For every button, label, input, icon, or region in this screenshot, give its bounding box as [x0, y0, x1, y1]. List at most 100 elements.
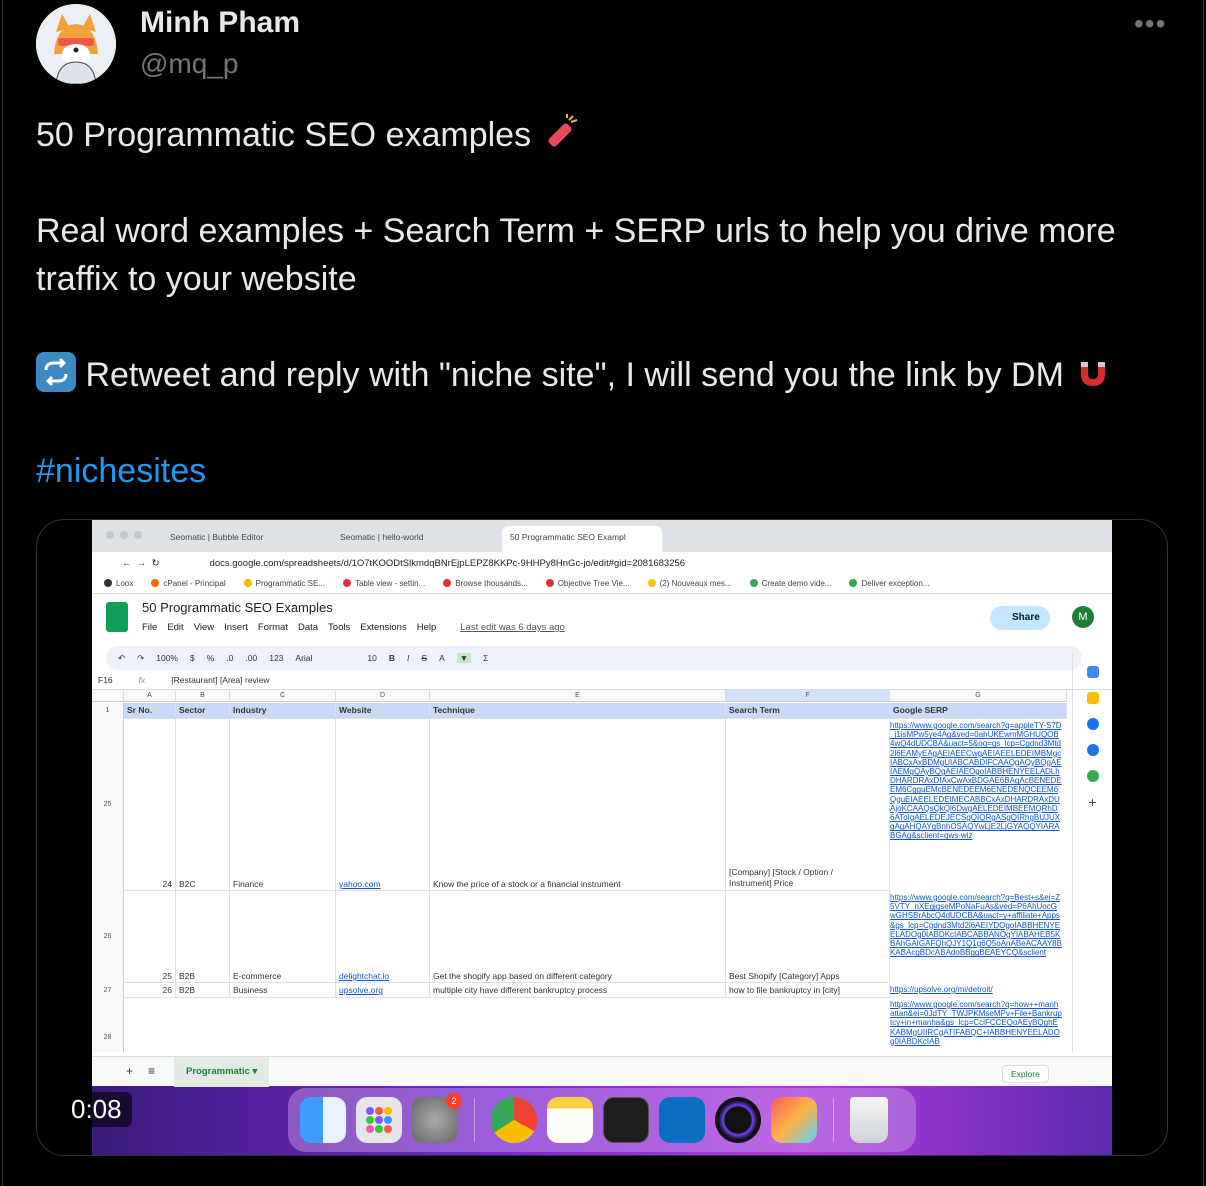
reload-icon[interactable]: ↻: [152, 558, 160, 569]
menu-tools[interactable]: Tools: [328, 622, 350, 633]
window-controls[interactable]: [106, 531, 148, 541]
cell-search-term[interactable]: Best Shopify [Category] Apps: [726, 891, 890, 983]
author-handle[interactable]: @mq_p: [140, 48, 238, 80]
col-header-b[interactable]: B: [176, 690, 230, 702]
vscode-icon[interactable]: [659, 1097, 705, 1143]
sheet-tab-programmatic[interactable]: Programmatic ▾: [174, 1057, 270, 1087]
cell-serp-link[interactable]: https://www.google.com/search?q=Best+s&e…: [890, 893, 1062, 981]
maps-icon[interactable]: [1086, 770, 1099, 782]
undo-icon[interactable]: ↶: [118, 653, 125, 664]
tab-sheet[interactable]: 50 Programmatic SEO Exampl: [502, 526, 662, 552]
header-technique[interactable]: Technique: [430, 703, 726, 719]
col-header-c[interactable]: C: [230, 690, 336, 702]
cell-sr-no[interactable]: 26: [124, 983, 176, 998]
col-header-a[interactable]: A: [124, 690, 176, 702]
cell-serp-link[interactable]: https://www.google.com/search?q=appleTY-…: [890, 721, 1062, 889]
cell-industry[interactable]: Finance: [230, 719, 336, 891]
explore-button[interactable]: Explore: [1002, 1065, 1049, 1083]
obs-icon[interactable]: [715, 1097, 761, 1143]
italic-icon[interactable]: I: [407, 653, 409, 663]
bookmark-item[interactable]: Browse thousands...: [443, 579, 528, 588]
trash-icon[interactable]: [850, 1097, 888, 1143]
bookmark-item[interactable]: Loox: [104, 579, 133, 588]
tab-hello-world[interactable]: Seomatic | hello-world: [332, 526, 492, 552]
row-number[interactable]: 27: [92, 983, 124, 998]
back-icon[interactable]: ←: [122, 558, 132, 569]
col-header-d[interactable]: D: [336, 690, 430, 702]
col-header-e[interactable]: E: [430, 690, 726, 702]
sheets-logo-icon[interactable]: [106, 602, 128, 632]
all-sheets-icon[interactable]: ≡: [148, 1064, 155, 1078]
cell-technique[interactable]: multiple city have different bankruptcy …: [430, 983, 726, 998]
address-bar[interactable]: ← → ↻ docs.google.com/spreadsheets/d/1O7…: [92, 552, 1112, 574]
menu-extensions[interactable]: Extensions: [360, 622, 406, 633]
account-avatar[interactable]: M: [1072, 606, 1094, 628]
zoom-select[interactable]: 100%: [156, 653, 178, 663]
name-box[interactable]: F16: [98, 675, 113, 685]
add-addon-icon[interactable]: +: [1087, 795, 1099, 809]
col-header-f[interactable]: F: [726, 690, 890, 702]
functions-icon[interactable]: Σ: [483, 653, 488, 663]
header-website[interactable]: Website: [336, 703, 430, 719]
notes-icon[interactable]: [547, 1097, 593, 1143]
tab-bubble-editor[interactable]: Seomatic | Bubble Editor: [162, 526, 322, 552]
last-edit-link[interactable]: Last edit was 6 days ago: [460, 622, 565, 633]
cell-sr-no[interactable]: 25: [124, 891, 176, 983]
contacts-icon[interactable]: [1086, 744, 1099, 756]
cell-technique[interactable]: Know the price of a stock or a financial…: [430, 719, 726, 891]
cell-serp-link[interactable]: https://www.google.com/search?q=how++man…: [890, 1000, 1062, 1050]
font-size-select[interactable]: 10: [367, 653, 376, 663]
menu-view[interactable]: View: [194, 622, 214, 633]
currency-button[interactable]: $: [190, 653, 195, 663]
cell-sector[interactable]: B2B: [176, 891, 230, 983]
font-select[interactable]: Arial: [295, 653, 355, 663]
percent-button[interactable]: %: [207, 653, 215, 663]
text-color-icon[interactable]: A: [439, 653, 445, 663]
bookmark-item[interactable]: Objective Tree Vie...: [545, 579, 630, 588]
cell-website-link[interactable]: yahoo.com: [336, 719, 430, 891]
share-button[interactable]: Share: [990, 606, 1050, 630]
launchpad-icon[interactable]: [356, 1097, 402, 1143]
photo-booth-icon[interactable]: [771, 1097, 817, 1143]
spreadsheet-grid[interactable]: A B C D E F G 1 Sr No. Sector Industry W…: [92, 690, 1067, 1052]
corner-cell[interactable]: [92, 690, 124, 702]
menu-edit[interactable]: Edit: [167, 622, 183, 633]
header-search-term[interactable]: Search Term: [726, 703, 890, 719]
col-header-g[interactable]: G: [890, 690, 1067, 702]
row-number[interactable]: 26: [92, 891, 124, 983]
avatar[interactable]: [36, 4, 116, 84]
number-format-select[interactable]: 123: [269, 653, 283, 663]
redo-icon[interactable]: ↷: [137, 653, 144, 664]
cell-sector[interactable]: B2B: [176, 983, 230, 998]
video-player[interactable]: Seomatic | Bubble Editor Seomatic | hell…: [36, 519, 1168, 1156]
cell-sr-no[interactable]: 24: [124, 719, 176, 891]
chrome-icon[interactable]: [491, 1097, 537, 1143]
cell-search-term[interactable]: how to file bankruptcy in [city]: [726, 983, 890, 998]
cell-serp-link[interactable]: https://upsolve.org/mi/detroit/: [890, 985, 1062, 997]
tasks-icon[interactable]: [1086, 718, 1099, 730]
formula-input[interactable]: [Restaurant] [Area] review: [171, 675, 269, 685]
finder-icon[interactable]: [300, 1097, 346, 1143]
row-number[interactable]: 1: [92, 703, 124, 719]
cell-website-link[interactable]: delightchat.io: [336, 891, 430, 983]
filter-icon[interactable]: ▼: [456, 653, 472, 663]
row-number[interactable]: 28: [92, 998, 124, 1052]
header-google-serp[interactable]: Google SERP: [890, 703, 1067, 719]
menu-data[interactable]: Data: [298, 622, 318, 633]
author-name[interactable]: Minh Pham: [140, 6, 300, 40]
keep-icon[interactable]: [1086, 692, 1099, 704]
forward-icon[interactable]: →: [137, 558, 147, 569]
header-sector[interactable]: Sector: [176, 703, 230, 719]
menu-help[interactable]: Help: [417, 622, 437, 633]
url-text[interactable]: docs.google.com/spreadsheets/d/1O7tKOODt…: [210, 558, 686, 569]
hashtag-link[interactable]: #nichesites: [36, 447, 206, 495]
row-number[interactable]: 25: [92, 719, 124, 891]
cell-industry[interactable]: Business: [230, 983, 336, 998]
cell-technique[interactable]: Get the shopify app based on different c…: [430, 891, 726, 983]
cell-industry[interactable]: E-commerce: [230, 891, 336, 983]
menu-format[interactable]: Format: [258, 622, 288, 633]
bookmark-item[interactable]: (2) Nouveaux mes...: [647, 579, 732, 588]
bookmark-item[interactable]: Create demo vide...: [749, 579, 831, 588]
bookmark-item[interactable]: cPanel - Principal: [151, 579, 226, 588]
system-settings-icon[interactable]: 2: [412, 1093, 462, 1143]
